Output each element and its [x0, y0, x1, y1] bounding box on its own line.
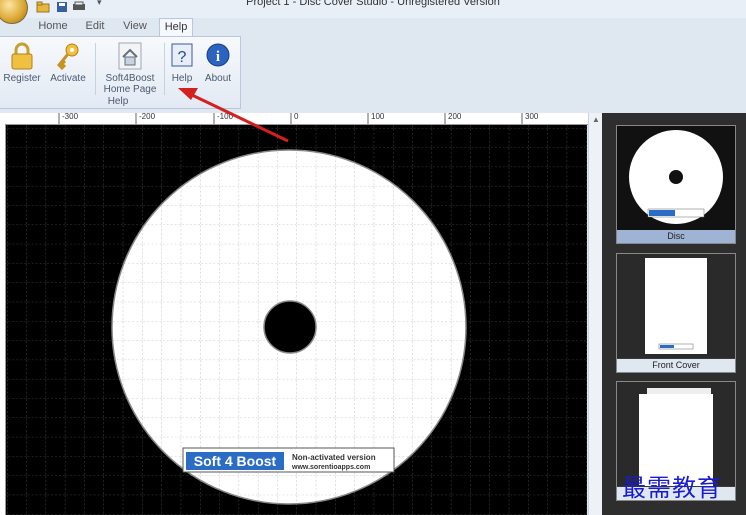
help-button[interactable]: ? Help: [168, 41, 196, 84]
website-text: www.sorentioapps.com: [291, 464, 370, 471]
ribbon-separator: [164, 43, 165, 95]
ribbon-group-label: Help: [107, 96, 129, 107]
svg-text:?: ?: [178, 49, 187, 66]
horizontal-ruler: -300 -200 -100 0 100 200 300: [0, 113, 588, 125]
ruler-label: 300: [525, 113, 539, 121]
soft4boost-label: Soft 4 Boost Non-activated version www.s…: [182, 447, 395, 473]
vertical-scrollbar[interactable]: ▲: [588, 113, 602, 515]
front-cover-thumbnail-preview: [617, 254, 735, 358]
home-page-button[interactable]: Soft4Boost Home Page: [99, 41, 161, 95]
home-page-label-1: Soft4Boost: [105, 73, 155, 84]
tab-view[interactable]: View: [116, 18, 154, 36]
tab-home[interactable]: Home: [33, 18, 73, 36]
scroll-up-icon[interactable]: ▲: [592, 115, 600, 124]
register-label: Register: [3, 73, 41, 84]
title-bar: ▾ Project 1 - Disc Cover Studio - Unregi…: [0, 0, 746, 24]
thumbnail-label: Disc: [617, 230, 735, 243]
window-title: Project 1 - Disc Cover Studio - Unregist…: [246, 0, 500, 8]
ribbon-separator: [95, 43, 96, 95]
ruler-label: -300: [62, 113, 79, 121]
thumbnail-front-cover[interactable]: Front Cover: [616, 253, 736, 373]
question-icon: ?: [171, 43, 193, 67]
ruler-label: 200: [448, 113, 462, 121]
watermark-text: 最需教育: [622, 474, 722, 502]
thumbnail-disc[interactable]: Disc: [616, 125, 736, 244]
non-activated-text: Non-activated version: [292, 453, 376, 462]
ruler-label: -100: [217, 113, 234, 121]
thumbnail-label: Front Cover: [617, 359, 735, 372]
about-label: About: [204, 73, 232, 84]
tab-help[interactable]: Help: [159, 18, 193, 37]
key-icon: [56, 43, 79, 71]
info-icon: i: [206, 43, 230, 67]
svg-text:i: i: [216, 49, 220, 65]
layouts-panel: Disc Front Cover: [602, 113, 746, 515]
disc-canvas[interactable]: Soft 4 Boost Non-activated version www.s…: [6, 125, 587, 515]
ruler-label: 0: [294, 113, 299, 121]
ribbon-panel: Register Activate Soft4Boost Home Page ?…: [0, 36, 241, 109]
brand-text: Soft 4 Boost: [194, 453, 277, 469]
ribbon-tabs: Home Edit View Help: [0, 18, 746, 37]
design-canvas[interactable]: Soft 4 Boost Non-activated version www.s…: [6, 125, 587, 515]
lock-icon: [11, 42, 33, 70]
ruler-label: 100: [371, 113, 385, 121]
home-page-label-2: Home Page: [103, 84, 157, 95]
about-button[interactable]: i About: [200, 41, 236, 84]
activate-label: Activate: [50, 73, 86, 84]
help-label: Help: [171, 73, 193, 84]
home-icon: [118, 42, 142, 70]
activate-button[interactable]: Activate: [46, 41, 90, 84]
register-button[interactable]: Register: [2, 41, 42, 84]
disc-center-hole: [263, 300, 317, 354]
ruler-label: -200: [139, 113, 156, 121]
disc-thumbnail-preview: [617, 126, 735, 230]
tab-edit[interactable]: Edit: [78, 18, 112, 36]
